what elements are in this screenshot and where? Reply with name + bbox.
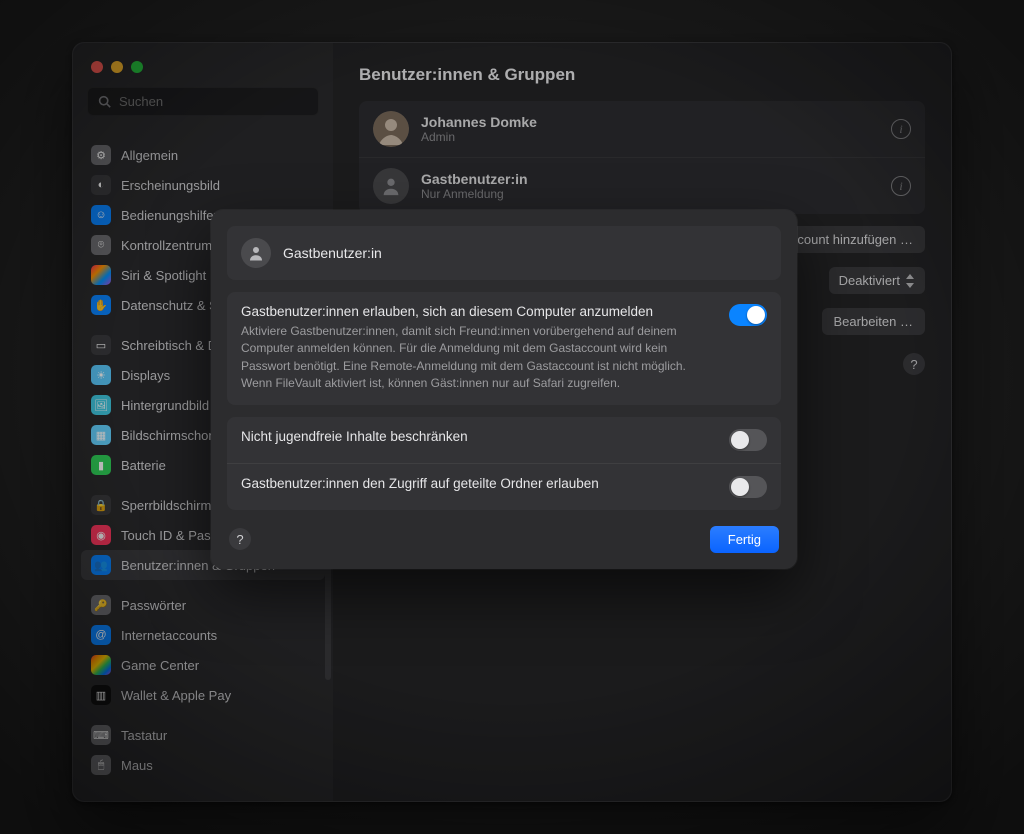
sheet-header: Gastbenutzer:in [227,226,781,280]
shared-folders-title: Gastbenutzer:innen den Zugriff auf getei… [241,476,599,491]
guest-user-sheet: Gastbenutzer:in Gastbenutzer:innen erlau… [211,210,797,569]
done-button[interactable]: Fertig [710,526,779,553]
shared-folders-toggle[interactable] [729,476,767,498]
allow-login-row: Gastbenutzer:innen erlauben, sich an die… [227,292,781,405]
sheet-title: Gastbenutzer:in [283,245,382,261]
allow-login-desc: Aktiviere Gastbenutzer:innen, damit sich… [241,323,717,393]
shared-folders-row: Gastbenutzer:innen den Zugriff auf getei… [227,463,781,510]
sheet-help-button[interactable]: ? [229,528,251,550]
restrict-adult-title: Nicht jugendfreie Inhalte beschränken [241,429,468,444]
allow-login-toggle[interactable] [729,304,767,326]
avatar [241,238,271,268]
restrict-adult-toggle[interactable] [729,429,767,451]
restrict-adult-row: Nicht jugendfreie Inhalte beschränken [227,417,781,463]
allow-login-title: Gastbenutzer:innen erlauben, sich an die… [241,304,717,319]
